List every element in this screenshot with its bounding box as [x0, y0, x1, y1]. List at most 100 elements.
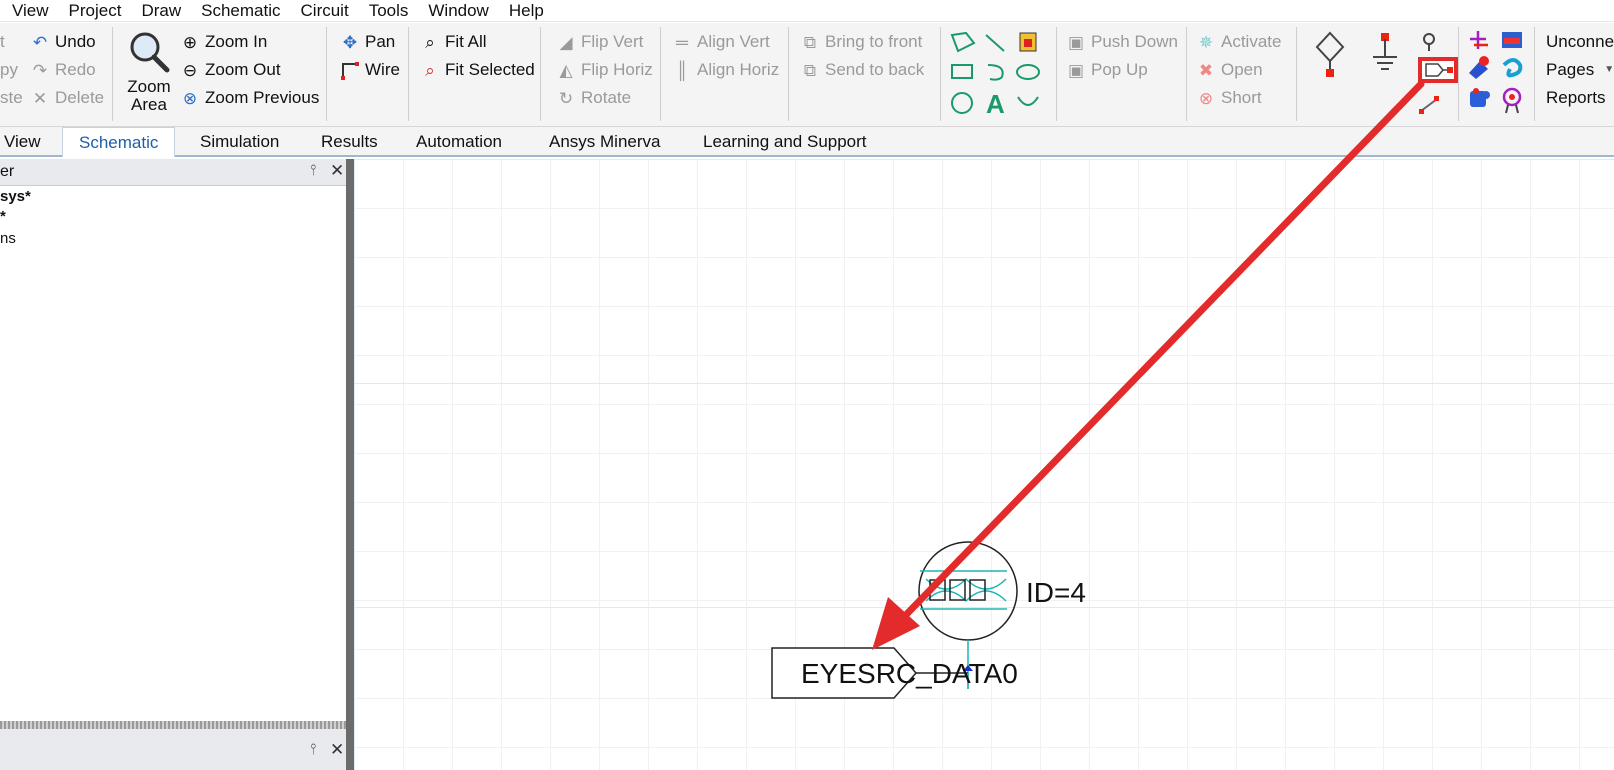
ribbon-separator — [788, 27, 789, 121]
project-explorer-pane: er ⫯ ✕ sys* * ns ⫯ ✕ — [0, 159, 354, 770]
undo-icon: ↶ — [32, 32, 48, 52]
push-down-button[interactable]: ▣ Push Down — [1066, 31, 1178, 53]
redo-icon: ↷ — [32, 60, 48, 80]
flip-horiz-button[interactable]: ◭ Flip Horiz — [556, 59, 652, 81]
short-button[interactable]: ⊗ Short — [1196, 87, 1262, 109]
tab-simulation[interactable]: Simulation — [200, 127, 279, 157]
cut-label: t — [0, 32, 5, 51]
menu-help[interactable]: Help — [497, 0, 552, 22]
zoom-in-button[interactable]: ⊕ Zoom In — [180, 31, 267, 53]
flip-vert-button[interactable]: ◢ Flip Vert — [556, 31, 643, 53]
pane-splitter-horizontal[interactable] — [0, 721, 346, 729]
pages-dropdown[interactable]: Pages ▼ — [1546, 59, 1614, 81]
schematic-canvas[interactable]: ID=4 EYESRC_DATA0 — [354, 159, 1614, 770]
pan-label: Pan — [365, 32, 396, 51]
menu-schematic[interactable]: Schematic — [189, 0, 288, 22]
zoom-previous-button[interactable]: ⊗ Zoom Previous — [180, 87, 319, 109]
pop-up-button[interactable]: ▣ Pop Up — [1066, 59, 1148, 81]
tab-learning-and-support[interactable]: Learning and Support — [703, 127, 867, 157]
app-window: View Project Draw Schematic Circuit Tool… — [0, 0, 1614, 770]
fit-selected-label: Fit Selected — [445, 60, 535, 79]
pan-button[interactable]: ✥ Pan — [340, 31, 395, 53]
delete-icon: ✕ — [32, 88, 48, 108]
unconnected-button[interactable]: Unconne — [1546, 31, 1614, 53]
rectangle-icon — [951, 64, 973, 79]
probe-icon — [1423, 33, 1435, 51]
tree-item-project[interactable]: sys* — [0, 188, 31, 205]
ribbon: t py ste ↶ Undo ↷ Redo ✕ Delete Zoom Are… — [0, 23, 1614, 127]
ribbon-separator — [408, 27, 409, 121]
ellipse-icon — [1016, 64, 1040, 80]
named-connector-icon — [1425, 63, 1453, 77]
puzzle-icon — [1470, 88, 1490, 107]
draw-shapes-gallery[interactable]: A — [948, 29, 1048, 121]
rotate-icon: ↻ — [558, 88, 574, 108]
polygon-icon — [950, 31, 976, 53]
menu-circuit[interactable]: Circuit — [289, 0, 357, 22]
push-down-icon: ▣ — [1067, 32, 1085, 52]
align-vert-icon: ═ — [675, 32, 689, 52]
redo-button[interactable]: ↷ Redo — [30, 59, 96, 81]
circle-icon — [951, 92, 973, 114]
menu-view[interactable]: View — [0, 0, 57, 22]
menu-bar: View Project Draw Schematic Circuit Tool… — [0, 0, 1614, 22]
undo-button[interactable]: ↶ Undo — [30, 31, 96, 53]
fit-all-button[interactable]: ⌕ Fit All — [420, 31, 486, 53]
tree-item-schematic[interactable]: * — [0, 208, 6, 225]
pin-icon[interactable]: ⫯ — [310, 741, 317, 758]
pop-up-label: Pop Up — [1091, 60, 1148, 79]
menu-tools[interactable]: Tools — [357, 0, 417, 22]
wire-label: Wire — [365, 60, 400, 79]
tree-item-designs[interactable]: ns — [0, 230, 16, 247]
ribbon-tab-bar: View Schematic Simulation Results Automa… — [0, 127, 1614, 157]
zoom-area-button[interactable]: Zoom Area — [124, 29, 174, 119]
bring-to-front-button[interactable]: ⧉ Bring to front — [800, 31, 922, 53]
paste-button[interactable]: ste — [0, 87, 23, 109]
close-icon[interactable]: ✕ — [330, 161, 344, 181]
send-to-back-button[interactable]: ⧉ Send to back — [800, 59, 924, 81]
reports-label: Reports — [1546, 88, 1606, 107]
fit-selected-button[interactable]: ⌕ Fit Selected — [420, 59, 535, 81]
reports-button[interactable]: Reports — [1546, 87, 1606, 109]
cut-button[interactable]: t — [0, 31, 5, 53]
arc-icon — [987, 64, 1004, 81]
port-label: EYESRC_DATA0 — [801, 658, 1018, 689]
tab-ansys-minerva[interactable]: Ansys Minerva — [549, 127, 660, 157]
open-button[interactable]: ✖ Open — [1196, 59, 1263, 81]
align-vert-button[interactable]: ═ Align Vert — [672, 31, 770, 53]
tab-schematic[interactable]: Schematic — [62, 127, 176, 157]
pan-icon: ✥ — [342, 32, 358, 52]
open-label: Open — [1221, 60, 1263, 79]
ribbon-separator — [326, 27, 327, 121]
activate-button[interactable]: ✵ Activate — [1196, 31, 1282, 53]
named-connector-button[interactable] — [1418, 57, 1458, 83]
zoom-out-button[interactable]: ⊖ Zoom Out — [180, 59, 281, 81]
pin-icon[interactable]: ⫯ — [310, 162, 317, 179]
tab-automation[interactable]: Automation — [416, 127, 502, 157]
fit-selected-icon: ⌕ — [425, 60, 435, 80]
tab-results[interactable]: Results — [321, 127, 378, 157]
ground-icon — [1373, 33, 1397, 70]
menu-project[interactable]: Project — [57, 0, 130, 22]
menu-window[interactable]: Window — [416, 0, 496, 22]
pane-header: er ⫯ ✕ — [0, 159, 346, 186]
wire-button[interactable]: Wire — [340, 59, 400, 81]
paste-label: ste — [0, 88, 23, 107]
fit-all-icon: ⌕ — [425, 32, 435, 52]
align-horiz-button[interactable]: ║ Align Horiz — [672, 59, 779, 81]
zoom-previous-label: Zoom Previous — [205, 88, 320, 107]
close-icon[interactable]: ✕ — [330, 740, 344, 760]
ribbon-separator — [1458, 27, 1459, 121]
redo-label: Redo — [55, 60, 96, 79]
ribbon-separator — [940, 27, 941, 121]
copy-button[interactable]: py — [0, 59, 18, 81]
zoom-area-label-1: Zoom — [127, 77, 171, 96]
menu-draw[interactable]: Draw — [129, 0, 189, 22]
tab-view[interactable]: View — [4, 127, 41, 157]
ribbon-separator — [1186, 27, 1187, 121]
bring-to-front-icon: ⧉ — [803, 32, 817, 52]
pane-splitter-vertical[interactable] — [346, 159, 354, 770]
rotate-button[interactable]: ↻ Rotate — [556, 87, 631, 109]
annotation-tools-gallery[interactable] — [1466, 29, 1526, 119]
delete-button[interactable]: ✕ Delete — [30, 87, 104, 109]
